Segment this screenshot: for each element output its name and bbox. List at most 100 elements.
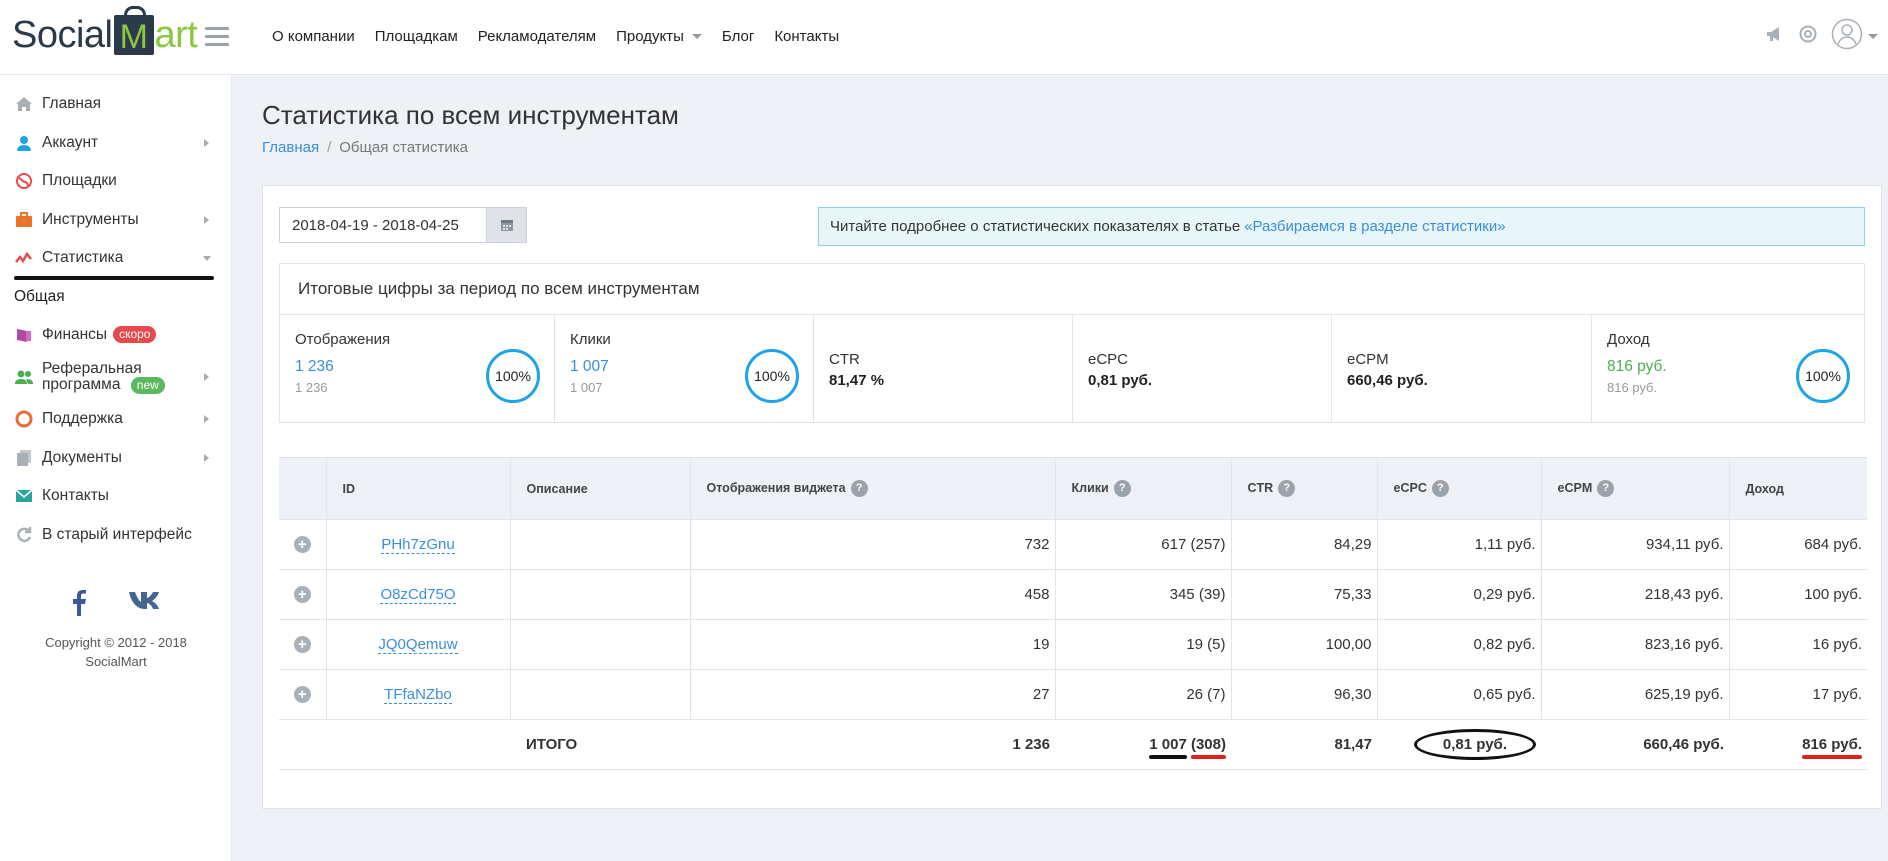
tool-id-link[interactable]: O8zCd75O bbox=[380, 586, 456, 604]
tool-id-link[interactable]: PHh7zGnu bbox=[381, 536, 455, 554]
copyright: Copyright © 2012 - 2018 SocialMart bbox=[0, 633, 232, 671]
statistics-table: ID Описание Отображения виджета? Клики? … bbox=[279, 457, 1867, 770]
wallet-icon bbox=[14, 326, 34, 344]
impressions-cell: 732 bbox=[690, 519, 1056, 570]
th-ctr[interactable]: CTR? bbox=[1231, 457, 1378, 520]
tool-id-link[interactable]: TFfaNZbo bbox=[384, 686, 452, 704]
expand-plus-icon[interactable]: + bbox=[293, 536, 311, 553]
copyright-line-1: Copyright © 2012 - 2018 bbox=[45, 635, 187, 650]
breadcrumb-home[interactable]: Главная bbox=[262, 139, 319, 156]
nav-products-label: Продукты bbox=[616, 27, 684, 45]
expand-plus-icon[interactable]: + bbox=[293, 686, 311, 703]
sidebar-item-referral[interactable]: Реферальная программа new bbox=[0, 354, 231, 400]
summary-ecpc: eCPC 0,81 руб. bbox=[1073, 315, 1332, 423]
sidebar-item-statistics[interactable]: Статистика bbox=[0, 239, 231, 280]
expand-cell: + bbox=[279, 619, 327, 670]
sidebar-item-label-2: программа bbox=[42, 375, 121, 393]
sidebar-item-support[interactable]: Поддержка bbox=[0, 400, 231, 439]
sidebar-item-documents[interactable]: Документы bbox=[0, 439, 231, 478]
ctr-cell: 84,29 bbox=[1231, 519, 1378, 570]
sidebar-item-label-wrap: Реферальная программа new bbox=[42, 360, 165, 394]
ecpc-cell: 0,29 руб. bbox=[1377, 569, 1542, 620]
calendar-icon[interactable] bbox=[486, 208, 526, 242]
th-id[interactable]: ID bbox=[326, 457, 511, 520]
summary-label: Доход bbox=[1607, 331, 1650, 348]
nav-platforms[interactable]: Площадкам bbox=[375, 28, 458, 45]
sidebar-item-finance[interactable]: Финансы скоро bbox=[0, 316, 231, 355]
help-icon[interactable]: ? bbox=[1597, 480, 1615, 497]
nav-blog[interactable]: Блог bbox=[722, 28, 754, 45]
sidebar-item-old-interface[interactable]: В старый интерфейс bbox=[0, 516, 231, 555]
user-avatar-icon[interactable] bbox=[1831, 18, 1863, 54]
info-article-link[interactable]: «Разбираемся в разделе статистики» bbox=[1244, 218, 1505, 235]
nav-products[interactable]: Продукты bbox=[616, 28, 702, 45]
envelope-icon bbox=[14, 487, 34, 505]
total-clicks-unique: (308) bbox=[1190, 736, 1227, 759]
top-nav: О компании Площадкам Рекламодателям Прод… bbox=[272, 0, 859, 72]
table-row: + TFfaNZbo 27 26 (7) 96,30 0,65 руб. 625… bbox=[279, 669, 1867, 720]
expand-cell: + bbox=[279, 519, 327, 570]
sidebar-item-contacts[interactable]: Контакты bbox=[0, 477, 231, 516]
sidebar-item-platforms[interactable]: Площадки bbox=[0, 162, 231, 201]
vk-icon[interactable] bbox=[128, 590, 160, 620]
users-icon bbox=[14, 368, 34, 386]
statistics-card: 2018-04-19 - 2018-04-25 Читайте подробне… bbox=[262, 185, 1882, 809]
ecpm-cell: 823,16 руб. bbox=[1541, 619, 1730, 670]
nav-advertisers[interactable]: Рекламодателям bbox=[478, 28, 596, 45]
tool-id-link[interactable]: JQ0Qemuw bbox=[378, 636, 458, 654]
help-icon[interactable]: ? bbox=[1113, 480, 1131, 497]
top-header: Social Mart О компании Площадкам Рекламод… bbox=[0, 0, 1888, 75]
ecpc-cell: 1,11 руб. bbox=[1377, 519, 1542, 570]
sidebar-item-label: Контакты bbox=[42, 487, 109, 505]
date-range-picker[interactable]: 2018-04-19 - 2018-04-25 bbox=[279, 207, 527, 243]
header-icons bbox=[1751, 18, 1878, 54]
clicks-cell: 26 (7) bbox=[1055, 669, 1232, 720]
summary-value: 660,46 руб. bbox=[1347, 372, 1428, 389]
date-range-input[interactable]: 2018-04-19 - 2018-04-25 bbox=[280, 217, 486, 234]
sidebar-item-account[interactable]: Аккаунт bbox=[0, 124, 231, 163]
th-clicks[interactable]: Клики? bbox=[1055, 457, 1232, 520]
chevron-right-icon bbox=[204, 138, 209, 147]
sidebar-item-label: Поддержка bbox=[42, 410, 123, 428]
sidebar-subitem-general[interactable]: Общая bbox=[0, 278, 231, 316]
breadcrumb-current: Общая статистика bbox=[339, 139, 468, 156]
expand-cell: + bbox=[279, 669, 327, 720]
sidebar-item-label: Статистика bbox=[42, 249, 124, 267]
sidebar-subitem-label: Общая bbox=[14, 287, 65, 305]
ctr-cell: 75,33 bbox=[1231, 569, 1378, 620]
id-cell: O8zCd75O bbox=[326, 569, 511, 620]
help-icon[interactable]: ? bbox=[1431, 480, 1449, 497]
page-heading: Статистика по всем инструментам Главная /… bbox=[262, 100, 679, 156]
th-ecpm[interactable]: eCPM? bbox=[1541, 457, 1730, 520]
help-icon[interactable]: ? bbox=[850, 480, 868, 497]
id-cell: JQ0Qemuw bbox=[326, 619, 511, 670]
income-cell: 17 руб. bbox=[1729, 669, 1867, 720]
expand-plus-icon[interactable]: + bbox=[293, 586, 311, 603]
clicks-cell: 617 (257) bbox=[1055, 519, 1232, 570]
menu-toggle-icon[interactable] bbox=[205, 27, 229, 47]
facebook-icon[interactable] bbox=[72, 590, 86, 620]
th-impressions[interactable]: Отображения виджета? bbox=[690, 457, 1056, 520]
logo[interactable]: Social Mart bbox=[12, 6, 198, 60]
summary-label: CTR bbox=[829, 351, 860, 368]
sidebar-item-tools[interactable]: Инструменты bbox=[0, 201, 231, 240]
th-income[interactable]: Доход bbox=[1729, 457, 1867, 520]
summary-panel: Итоговые цифры за период по всем инструм… bbox=[279, 263, 1865, 423]
summary-label: Клики bbox=[570, 331, 611, 348]
th-description[interactable]: Описание bbox=[510, 457, 691, 520]
th-ecpc[interactable]: eCPC? bbox=[1377, 457, 1542, 520]
megaphone-icon[interactable] bbox=[1765, 25, 1785, 47]
th-label: eCPM bbox=[1557, 480, 1593, 495]
income-cell: 16 руб. bbox=[1729, 619, 1867, 670]
sidebar-item-home[interactable]: Главная bbox=[0, 85, 231, 124]
user-menu-chevron-icon[interactable] bbox=[1868, 33, 1878, 39]
summary-value: 81,47 % bbox=[829, 372, 885, 389]
percent-circle: 100% bbox=[745, 349, 799, 403]
nav-contacts[interactable]: Контакты bbox=[774, 28, 839, 45]
ecpc-cell: 0,65 руб. bbox=[1377, 669, 1542, 720]
nav-about[interactable]: О компании bbox=[272, 28, 355, 45]
sidebar: Главная Аккаунт Площадки Инструменты Ста… bbox=[0, 75, 232, 861]
help-icon[interactable]: ? bbox=[1278, 480, 1296, 497]
expand-plus-icon[interactable]: + bbox=[293, 636, 311, 653]
support-lifebuoy-icon[interactable] bbox=[1799, 25, 1817, 47]
